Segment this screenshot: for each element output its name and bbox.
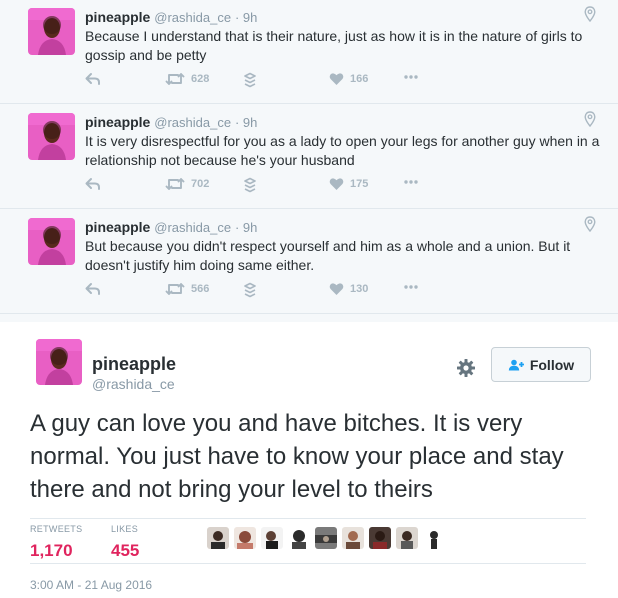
like-count: 175 xyxy=(350,178,369,190)
liker-avatar[interactable] xyxy=(207,527,229,549)
tweet-text: Because I understand that is their natur… xyxy=(85,28,583,63)
tweet-text: But because you didn't respect yourself … xyxy=(85,238,571,273)
reply-icon xyxy=(85,283,100,295)
avatar[interactable] xyxy=(28,8,75,55)
permalink-tweet: pineapple @rashida_ce Follow A guy can l… xyxy=(0,322,618,598)
liker-avatar[interactable] xyxy=(396,527,418,549)
reply-icon xyxy=(85,73,100,85)
likes-stat[interactable]: LIKES 455 xyxy=(111,524,139,561)
retweet-icon xyxy=(165,283,185,295)
location-pin-icon[interactable] xyxy=(584,111,596,127)
liker-avatar[interactable] xyxy=(288,527,310,549)
like-count: 130 xyxy=(350,283,369,295)
more-icon xyxy=(404,180,418,184)
timestamp[interactable]: · 9h xyxy=(235,115,257,130)
add-to-moment-button[interactable] xyxy=(243,282,257,298)
reply-tweet[interactable]: pineapple @rashida_ce · 9h But because y… xyxy=(0,210,618,314)
tweet-text: It is very disrespectful for you as a la… xyxy=(85,133,600,168)
heart-icon xyxy=(329,73,344,85)
avatar[interactable] xyxy=(28,113,75,160)
tweet-timestamp[interactable]: 3:00 AM - 21 Aug 2016 xyxy=(30,578,152,592)
tweet-header: pineapple @rashida_ce · 9h xyxy=(85,218,257,237)
retweet-icon xyxy=(165,178,185,190)
retweets-count: 1,170 xyxy=(30,541,73,560)
tweet-text: A guy can love you and have bitches. It … xyxy=(30,410,564,503)
retweet-button[interactable]: 702 xyxy=(165,177,209,191)
username[interactable]: @rashida_ce xyxy=(92,376,175,392)
retweets-label: RETWEETS xyxy=(30,524,83,534)
reply-icon xyxy=(85,178,100,190)
heart-icon xyxy=(329,283,344,295)
retweet-count: 566 xyxy=(191,283,210,295)
divider xyxy=(30,518,586,519)
likes-label: LIKES xyxy=(111,524,139,534)
moment-icon xyxy=(244,72,256,88)
tweet-header: pineapple @rashida_ce · 9h xyxy=(85,8,257,27)
more-button[interactable] xyxy=(403,179,419,185)
retweet-button[interactable]: 628 xyxy=(165,72,209,86)
tweet-actions: 628 166 xyxy=(85,72,445,90)
gear-icon[interactable] xyxy=(456,358,476,378)
display-name[interactable]: pineapple xyxy=(92,354,176,374)
follow-label: Follow xyxy=(529,356,575,373)
liker-avatar[interactable] xyxy=(369,527,391,549)
like-count: 166 xyxy=(350,73,369,85)
avatar-image xyxy=(36,339,82,385)
reply-tweet[interactable]: pineapple @rashida_ce · 9h It is very di… xyxy=(0,105,618,209)
like-button[interactable]: 175 xyxy=(329,177,368,191)
like-button[interactable]: 130 xyxy=(329,282,368,296)
tweet-actions: 566 130 xyxy=(85,282,445,300)
add-user-icon xyxy=(508,359,524,370)
add-to-moment-button[interactable] xyxy=(243,177,257,193)
avatar-image xyxy=(28,218,75,265)
moment-icon xyxy=(244,282,256,298)
liker-avatar[interactable] xyxy=(234,527,256,549)
reply-button[interactable] xyxy=(85,177,101,191)
location-pin-icon[interactable] xyxy=(584,6,596,22)
like-button[interactable]: 166 xyxy=(329,72,368,86)
divider xyxy=(30,563,586,564)
follow-button[interactable]: Follow xyxy=(491,347,591,382)
conversation-replies: pineapple @rashida_ce · 9h Because I und… xyxy=(0,0,618,322)
retweet-count: 702 xyxy=(191,178,210,190)
likes-count: 455 xyxy=(111,541,140,560)
avatar[interactable] xyxy=(36,339,82,385)
avatar-image xyxy=(28,113,75,160)
tweet-actions: 702 175 xyxy=(85,177,445,195)
retweets-stat[interactable]: RETWEETS 1,170 xyxy=(30,524,82,561)
liker-avatar[interactable] xyxy=(342,527,364,549)
avatar-image xyxy=(28,8,75,55)
location-pin-icon[interactable] xyxy=(584,216,596,232)
username[interactable]: @rashida_ce xyxy=(154,10,231,25)
liker-avatar[interactable] xyxy=(423,527,445,549)
reply-button[interactable] xyxy=(85,282,101,296)
liker-avatar[interactable] xyxy=(315,527,337,549)
more-icon xyxy=(404,285,418,289)
display-name[interactable]: pineapple xyxy=(85,114,150,130)
timestamp[interactable]: · 9h xyxy=(235,10,257,25)
username[interactable]: @rashida_ce xyxy=(154,115,231,130)
display-name[interactable]: pineapple xyxy=(85,219,150,235)
retweet-button[interactable]: 566 xyxy=(165,282,209,296)
moment-icon xyxy=(244,177,256,193)
more-icon xyxy=(404,75,418,79)
heart-icon xyxy=(329,178,344,190)
liker-avatars xyxy=(207,527,450,549)
reply-button[interactable] xyxy=(85,72,101,86)
liker-avatar[interactable] xyxy=(261,527,283,549)
display-name[interactable]: pineapple xyxy=(85,9,150,25)
reply-tweet[interactable]: pineapple @rashida_ce · 9h Because I und… xyxy=(0,0,618,104)
timestamp[interactable]: · 9h xyxy=(235,220,257,235)
more-button[interactable] xyxy=(403,74,419,80)
avatar[interactable] xyxy=(28,218,75,265)
retweet-count: 628 xyxy=(191,73,210,85)
tweet-header: pineapple @rashida_ce · 9h xyxy=(85,113,257,132)
more-button[interactable] xyxy=(403,284,419,290)
retweet-icon xyxy=(165,73,185,85)
username[interactable]: @rashida_ce xyxy=(154,220,231,235)
add-to-moment-button[interactable] xyxy=(243,72,257,88)
